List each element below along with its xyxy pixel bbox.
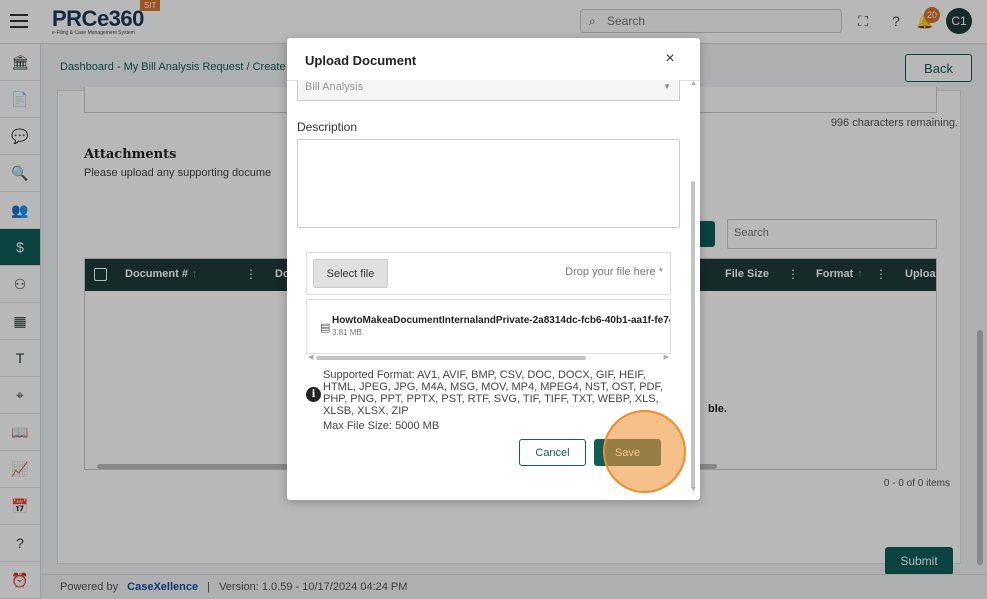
supported-formats-text: Supported Format: AV1, AVIF, BMP, CSV, D… [323,369,664,417]
cancel-button[interactable]: Cancel [519,439,586,466]
scroll-right-icon[interactable]: ▶ [664,353,669,361]
modal-title: Upload Document [305,53,417,68]
uploaded-file-list: ▤ HowtoMakeaDocumentInternalandPrivate-2… [306,299,671,354]
description-label: Description [297,120,358,134]
chevron-down-icon: ▼ [663,82,671,91]
drop-file-text: Drop your file here * [565,266,663,278]
scroll-up-icon[interactable]: ▲ [690,80,697,87]
file-size: 3.81 MB [332,328,362,337]
scroll-left-icon[interactable]: ◀ [308,353,313,361]
max-file-size-text: Max File Size: 5000 MB [323,420,440,432]
info-icon: i [306,387,321,402]
file-name: HowtoMakeaDocumentInternalandPrivate-2a8… [332,315,671,326]
close-icon[interactable]: × [661,50,679,68]
modal-vertical-scrollbar[interactable]: ▲ ▼ [689,80,697,500]
upload-document-modal: Upload Document × Bill Analysis ▼ Descri… [287,38,700,500]
document-type-select[interactable]: Bill Analysis ▼ [297,80,680,101]
document-type-value: Bill Analysis [305,81,364,93]
description-textarea[interactable] [297,139,680,228]
scroll-down-icon[interactable]: ▼ [690,486,697,493]
select-file-button[interactable]: Select file [313,259,388,288]
modal-header: Upload Document × [287,38,700,81]
file-upload-dropzone[interactable]: Select file Drop your file here * [306,252,671,295]
save-button[interactable]: Save [594,439,661,466]
file-icon: ▤ [320,322,331,334]
file-list-scrollbar[interactable]: ◀ ▶ [306,353,671,361]
